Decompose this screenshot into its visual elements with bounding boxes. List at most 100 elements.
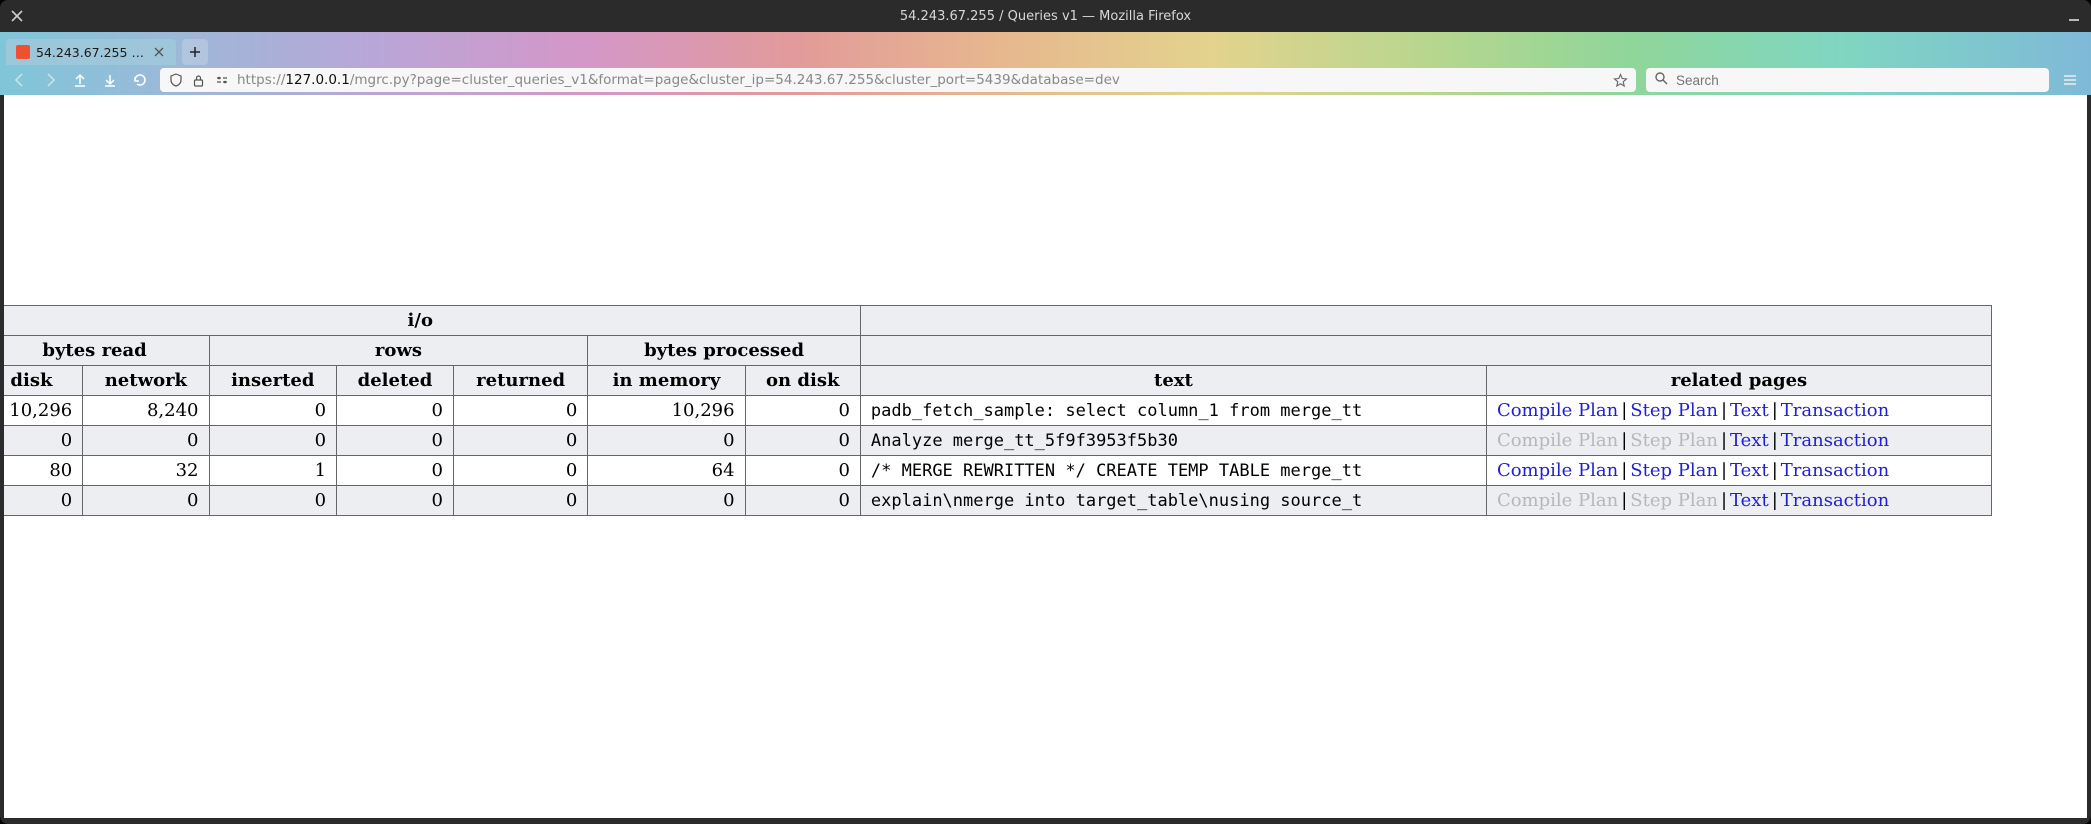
table-cell: 0 [453,486,587,516]
scroll-area[interactable]: i/o bytes read rows bytes processed ceiv… [4,95,2087,818]
col-text: text [860,366,1486,396]
col-in-memory: in memory [588,366,745,396]
table-cell: 0 [745,396,860,426]
url-text: https://127.0.0.1/mgrc.py?page=cluster_q… [237,72,1605,88]
download-icon[interactable] [100,70,120,90]
lock-icon [191,73,206,88]
table-cell: 0 [453,426,587,456]
new-tab-button[interactable] [182,39,208,65]
table-row: 0.0154608032100640/* MERGE REWRITTEN */ … [4,456,1992,486]
search-icon [1654,71,1668,89]
tab-title: 54.243.67.255 / Queri… [36,45,146,60]
table-cell: 0 [4,426,83,456]
url-host: 127.0.0.1 [285,72,349,88]
table-row: 0.0632280000000explain\nmerge into targe… [4,486,1992,516]
text-link[interactable]: Text [1730,490,1769,511]
compile-plan-link[interactable]: Compile Plan [1497,400,1618,421]
compile-plan-link: Compile Plan [1497,430,1618,451]
table-row: 0.00703210,2968,24000010,2960padb_fetch_… [4,396,1992,426]
col-deleted: deleted [337,366,454,396]
table-cell: 0 [337,456,454,486]
hamburger-menu-icon[interactable] [2059,69,2081,91]
table-cell: 80 [4,456,83,486]
window-close-icon[interactable] [8,7,26,25]
related-pages-cell: Compile Plan|Step Plan|Text|Transaction [1486,396,1991,426]
table-cell: 32 [83,456,209,486]
nav-toolbar: https://127.0.0.1/mgrc.py?page=cluster_q… [0,65,2091,95]
window-title: 54.243.67.255 / Queries v1 — Mozilla Fir… [26,9,2065,24]
step-plan-link[interactable]: Step Plan [1630,400,1718,421]
col-returned: returned [453,366,587,396]
reload-button[interactable] [130,70,150,90]
bookmark-star-icon[interactable] [1613,73,1628,88]
related-pages-cell: Compile Plan|Step Plan|Text|Transaction [1486,486,1991,516]
tab-close-icon[interactable] [152,45,166,59]
search-box[interactable] [1646,68,2049,92]
upload-icon[interactable] [70,70,90,90]
header-blank-2 [860,306,1991,336]
table-cell: 8,240 [83,396,209,426]
table-cell: 0 [83,426,209,456]
browser-tab[interactable]: 54.243.67.255 / Queri… [6,39,176,65]
col-network: network [83,366,209,396]
text-link[interactable]: Text [1730,460,1769,481]
page-content: i/o bytes read rows bytes processed ceiv… [4,95,2087,818]
tab-strip: 54.243.67.255 / Queri… [0,32,2091,65]
table-cell: 0 [337,486,454,516]
url-protocol: https:// [237,72,285,88]
table-cell: 0 [453,396,587,426]
table-cell: 0 [745,426,860,456]
table-cell: 0 [588,486,745,516]
table-cell: 0 [337,396,454,426]
table-cell: 0 [83,486,209,516]
transaction-link[interactable]: Transaction [1781,400,1889,421]
header-io: i/o [4,306,860,336]
col-disk: disk [4,366,83,396]
step-plan-link: Step Plan [1630,430,1718,451]
table-cell: 64 [588,456,745,486]
col-on-disk: on disk [745,366,860,396]
col-related-pages: related pages [1486,366,1991,396]
step-plan-link: Step Plan [1630,490,1718,511]
text-link[interactable]: Text [1730,430,1769,451]
table-cell: /* MERGE REWRITTEN */ CREATE TEMP TABLE … [860,456,1486,486]
header-rows: rows [209,336,588,366]
table-cell: Analyze merge_tt_5f9f3953f5b30 [860,426,1486,456]
text-link[interactable]: Text [1730,400,1769,421]
transaction-link[interactable]: Transaction [1781,490,1889,511]
permissions-icon [214,73,229,88]
table-cell: 0 [588,426,745,456]
forward-button[interactable] [40,70,60,90]
related-pages-cell: Compile Plan|Step Plan|Text|Transaction [1486,426,1991,456]
table-cell: 0 [209,486,337,516]
back-button[interactable] [10,70,30,90]
compile-plan-link: Compile Plan [1497,490,1618,511]
queries-table: i/o bytes read rows bytes processed ceiv… [4,305,1992,516]
table-cell: 0 [745,456,860,486]
table-row: 0.0103910000000Analyze merge_tt_5f9f3953… [4,426,1992,456]
table-cell: 0 [337,426,454,456]
search-input[interactable] [1676,73,2041,88]
shield-icon [168,73,183,88]
table-cell: 0 [745,486,860,516]
browser-window: 54.243.67.255 / Queries v1 — Mozilla Fir… [0,0,2091,824]
window-minimize-icon[interactable] [2065,7,2083,25]
table-cell: 10,296 [4,396,83,426]
header-bytes-processed: bytes processed [588,336,861,366]
table-cell: explain\nmerge into target_table\nusing … [860,486,1486,516]
step-plan-link[interactable]: Step Plan [1630,460,1718,481]
header-bytes-read: bytes read [4,336,209,366]
table-cell: 0 [453,456,587,486]
header-blank-4 [860,336,1991,366]
table-cell: 0 [209,426,337,456]
window-titlebar: 54.243.67.255 / Queries v1 — Mozilla Fir… [0,0,2091,32]
url-path: /mgrc.py?page=cluster_queries_v1&format=… [350,72,1120,88]
address-bar[interactable]: https://127.0.0.1/mgrc.py?page=cluster_q… [160,68,1636,92]
transaction-link[interactable]: Transaction [1781,460,1889,481]
compile-plan-link[interactable]: Compile Plan [1497,460,1618,481]
col-inserted: inserted [209,366,337,396]
related-pages-cell: Compile Plan|Step Plan|Text|Transaction [1486,456,1991,486]
table-cell: padb_fetch_sample: select column_1 from … [860,396,1486,426]
transaction-link[interactable]: Transaction [1781,430,1889,451]
table-cell: 10,296 [588,396,745,426]
